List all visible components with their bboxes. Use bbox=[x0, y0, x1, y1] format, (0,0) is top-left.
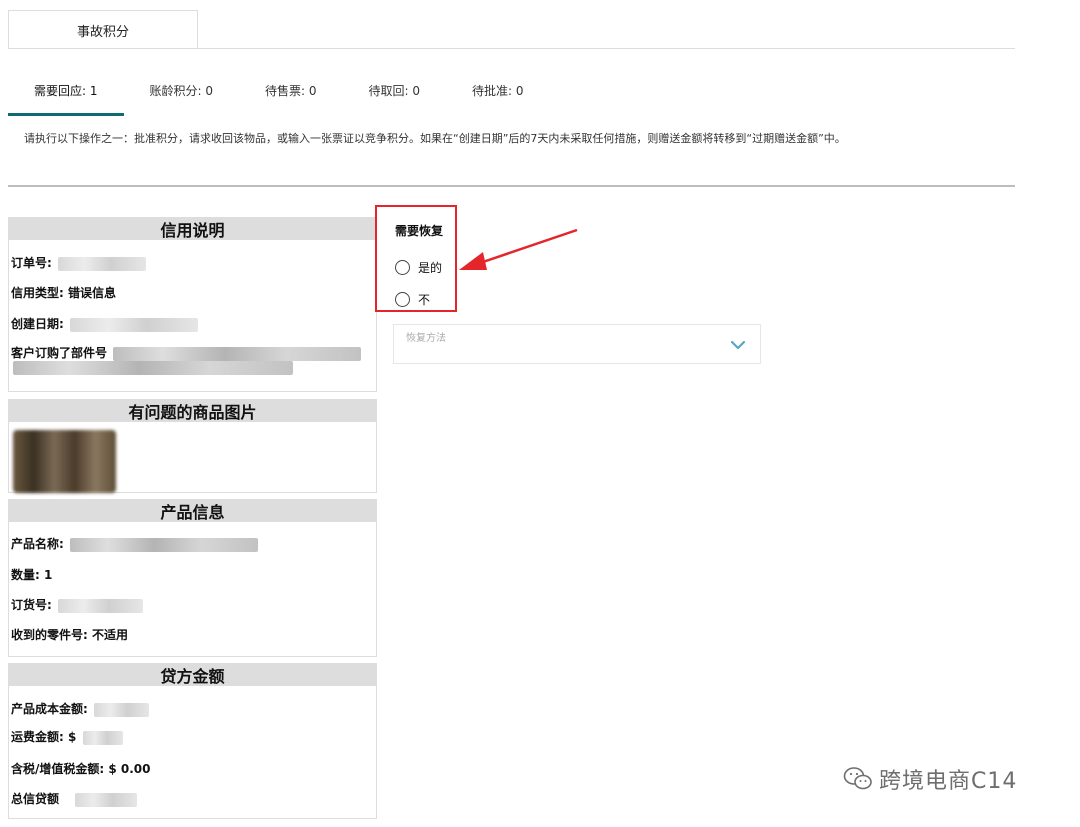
option-label: 不 bbox=[418, 293, 431, 307]
tax-row: 含税/增值税金额: $ 0.00 bbox=[11, 760, 151, 777]
radio-yes[interactable] bbox=[395, 260, 410, 275]
recovery-option-no[interactable]: 不 bbox=[395, 291, 430, 308]
annotation-arrow-icon bbox=[459, 228, 578, 270]
chevron-down-icon bbox=[730, 340, 746, 350]
tab-pending-recovery[interactable]: 待取回: 0 bbox=[343, 70, 447, 114]
recovery-required-box: 需要恢复 是的 不 bbox=[375, 205, 457, 312]
redacted-value bbox=[70, 537, 258, 552]
quantity-label: 数量: bbox=[11, 568, 40, 582]
credit-amount-panel: 贷方金额 产品成本金额: 运费金额: $ 含税/增值税金额: $ 0.00 总信… bbox=[8, 663, 377, 819]
radio-no[interactable] bbox=[395, 292, 410, 307]
customer-part-row-2 bbox=[11, 360, 293, 375]
received-part-label: 收到的零件号: bbox=[11, 628, 88, 642]
instruction-text: 请执行以下操作之一：批准积分，请求收回该物品，或输入一张票证以竞争积分。如果在“… bbox=[24, 132, 846, 145]
customer-part-row: 客户订购了部件号 bbox=[11, 344, 362, 361]
credit-description-panel: 信用说明 订单号: 信用类型: 错误信息 创建日期: 客户订购了部件号 bbox=[8, 217, 377, 392]
recovery-option-yes[interactable]: 是的 bbox=[395, 259, 442, 276]
redacted-value bbox=[58, 256, 146, 271]
section-divider bbox=[8, 185, 1015, 187]
order-number-row: 订单号: bbox=[11, 254, 146, 271]
redacted-value bbox=[75, 792, 138, 807]
divider bbox=[8, 48, 1015, 49]
created-date-row: 创建日期: bbox=[11, 315, 198, 332]
shipping-label: 运费金额: bbox=[11, 730, 64, 744]
option-label: 是的 bbox=[418, 261, 443, 275]
tab-label: 事故积分 bbox=[76, 24, 129, 40]
recovery-method-select[interactable]: 恢复方法 bbox=[393, 324, 761, 364]
order-code-label: 订货号: bbox=[11, 598, 52, 612]
product-cost-label: 产品成本金额: bbox=[11, 702, 88, 716]
watermark: 跨境电商C14 bbox=[843, 763, 1017, 795]
status-tabs: 需要回应: 1 账龄积分: 0 待售票: 0 待取回: 0 待批准: 0 bbox=[8, 70, 550, 116]
credit-type-row: 信用类型: 错误信息 bbox=[11, 284, 116, 301]
total-credit-row: 总信贷额 bbox=[11, 790, 138, 807]
order-code-row: 订货号: bbox=[11, 596, 143, 613]
panel-title: 有问题的商品图片 bbox=[9, 400, 376, 422]
wechat-icon bbox=[843, 767, 872, 790]
tax-label: 含税/增值税金额: bbox=[11, 762, 105, 776]
redacted-value bbox=[13, 360, 293, 375]
panel-title: 产品信息 bbox=[9, 500, 376, 522]
created-date-label: 创建日期: bbox=[11, 317, 64, 331]
product-cost-row: 产品成本金额: bbox=[11, 700, 149, 717]
shipping-currency: $ bbox=[68, 730, 77, 744]
received-part-value: 不适用 bbox=[92, 628, 129, 642]
panel-title: 信用说明 bbox=[9, 218, 376, 240]
received-part-row: 收到的零件号: 不适用 bbox=[11, 626, 128, 643]
panel-title: 贷方金额 bbox=[9, 664, 376, 686]
redacted-value bbox=[58, 598, 143, 613]
credit-type-label: 信用类型: bbox=[11, 286, 64, 300]
quantity-value: 1 bbox=[44, 568, 53, 582]
product-image-panel: 有问题的商品图片 bbox=[8, 399, 377, 493]
tax-value: $ 0.00 bbox=[108, 762, 151, 776]
redacted-value bbox=[70, 317, 198, 332]
product-thumbnail[interactable] bbox=[13, 430, 116, 493]
recovery-title: 需要恢复 bbox=[395, 224, 444, 238]
watermark-text: 跨境电商C14 bbox=[879, 769, 1018, 794]
customer-part-label: 客户订购了部件号 bbox=[11, 346, 108, 360]
total-credit-label: 总信贷额 bbox=[11, 792, 60, 806]
recovery-method-placeholder: 恢复方法 bbox=[406, 333, 446, 344]
order-number-label: 订单号: bbox=[11, 256, 52, 270]
redacted-value bbox=[94, 702, 149, 717]
product-name-row: 产品名称: bbox=[11, 535, 258, 552]
shipping-row: 运费金额: $ bbox=[11, 728, 123, 745]
redacted-value bbox=[113, 346, 362, 361]
quantity-row: 数量: 1 bbox=[11, 566, 52, 583]
tab-pending-approval[interactable]: 待批准: 0 bbox=[446, 70, 550, 114]
tab-needs-response[interactable]: 需要回应: 1 bbox=[8, 70, 124, 116]
tab-aging-credits[interactable]: 账龄积分: 0 bbox=[124, 70, 240, 114]
product-name-label: 产品名称: bbox=[11, 537, 64, 551]
tab-pending-ticket[interactable]: 待售票: 0 bbox=[239, 70, 343, 114]
redacted-value bbox=[82, 730, 123, 745]
credit-type-value: 错误信息 bbox=[68, 286, 117, 300]
product-info-panel: 产品信息 产品名称: 数量: 1 订货号: 收到的零件号: 不适用 bbox=[8, 499, 377, 657]
tab-incident-credits[interactable]: 事故积分 bbox=[8, 10, 198, 49]
